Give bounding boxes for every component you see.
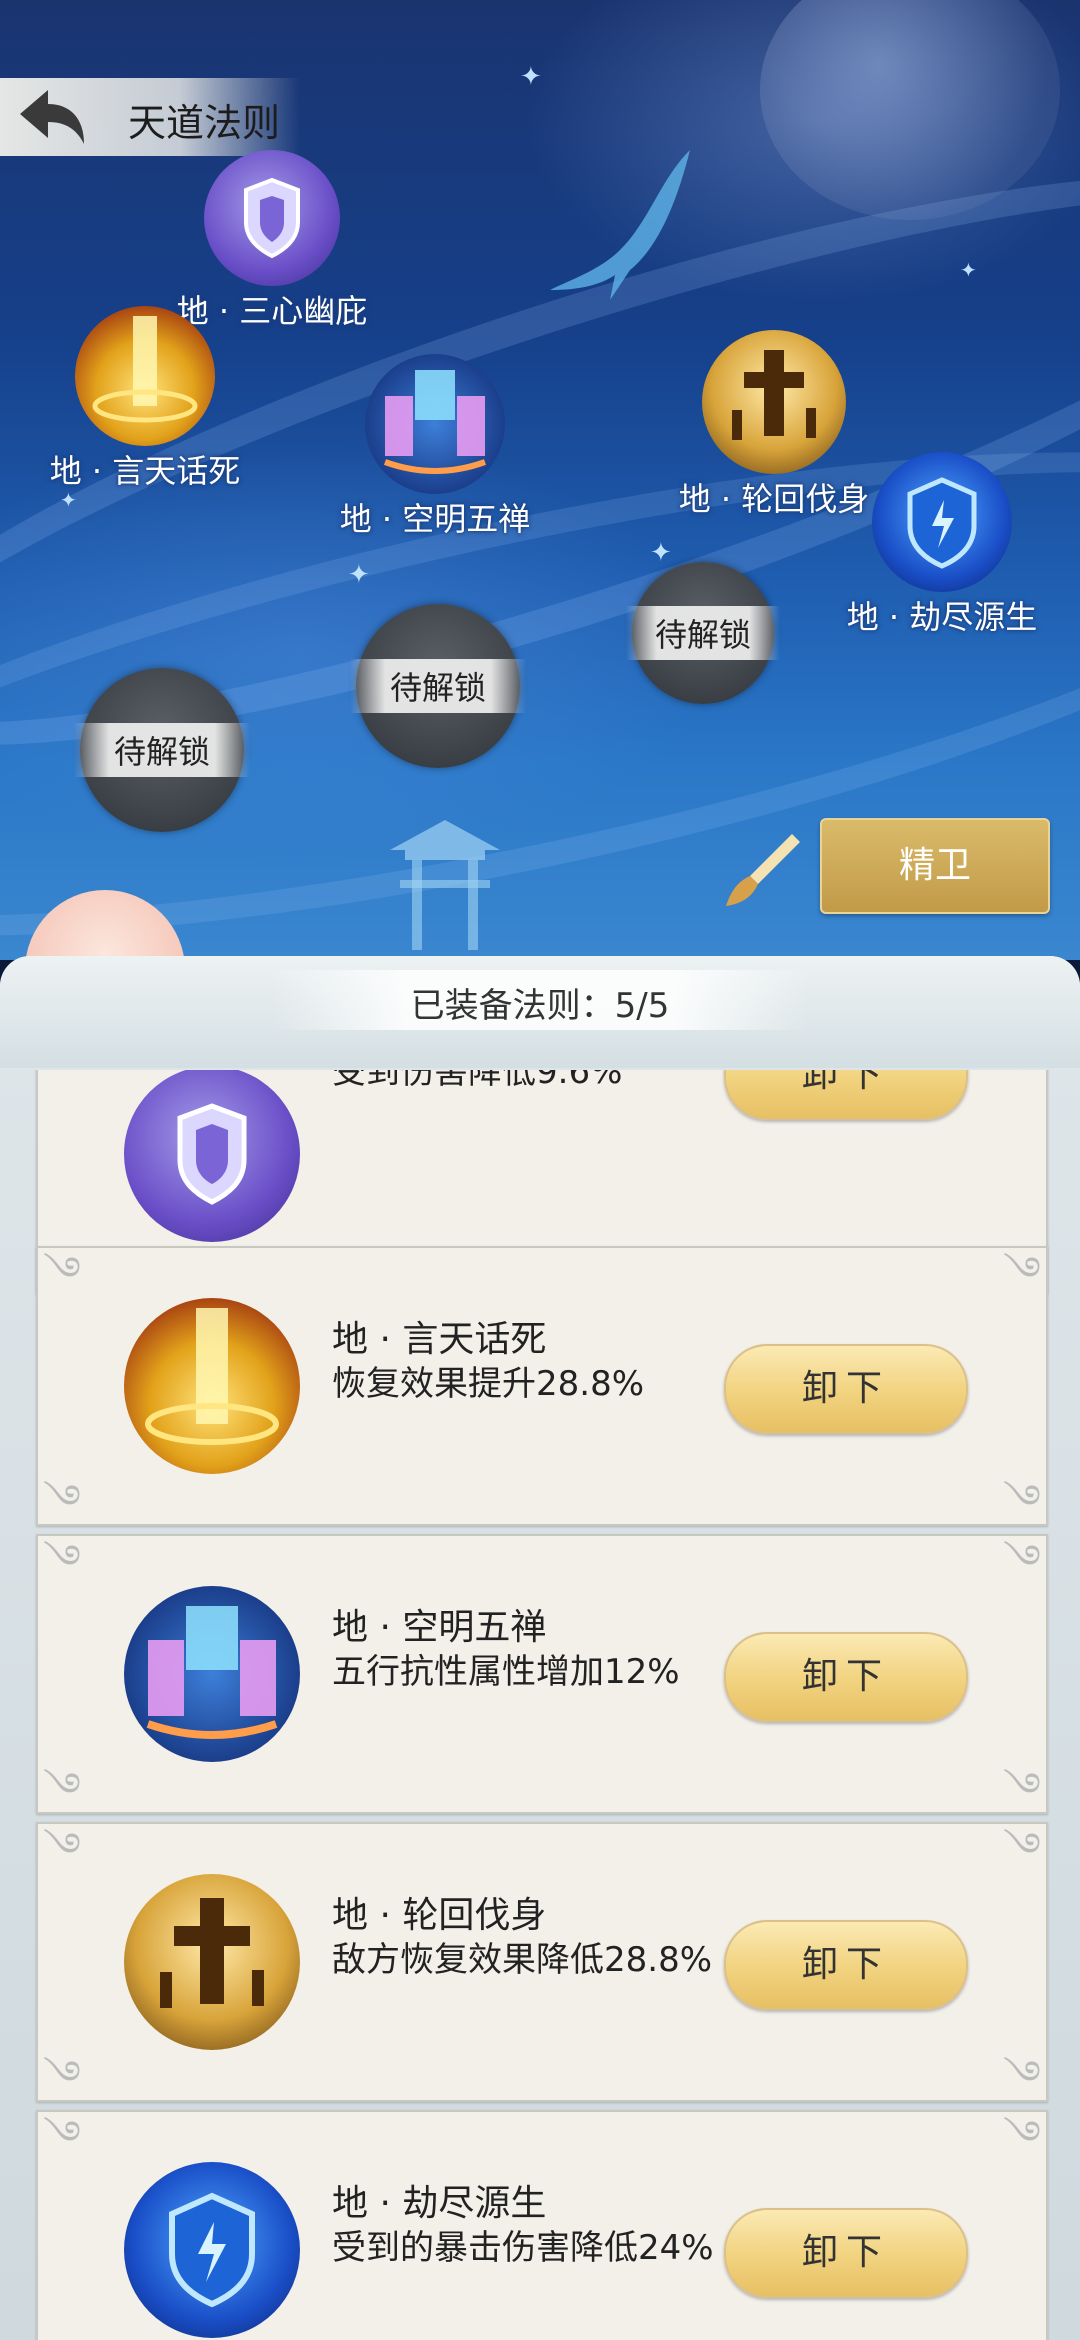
equipped-rules-list[interactable]: ࿓ ࿓ ࿓ ࿓ 受到伤害降低9.6% 卸下 ࿓ ࿓ ࿓ ࿓ 地 · 言天话死 恢… bbox=[0, 1070, 1080, 2340]
golden-cross-icon bbox=[124, 1874, 300, 2050]
rule-card: ࿓ ࿓ ࿓ ࿓ 地 · 轮回伐身 敌方恢复效果降低28.8% 卸下 bbox=[36, 1822, 1048, 2102]
blue-shield-icon bbox=[124, 2162, 300, 2338]
star-icon: ✦ bbox=[60, 488, 77, 512]
cloud-ornament-icon: ࿓ bbox=[42, 1477, 82, 1523]
blue-shield-icon bbox=[872, 452, 1012, 592]
brush-icon[interactable] bbox=[722, 828, 802, 908]
skill-node-kongming[interactable]: 地 · 空明五禅 bbox=[330, 354, 540, 540]
golden-light-pillar-icon bbox=[124, 1298, 300, 1474]
unload-button[interactable]: 卸下 bbox=[724, 1632, 968, 1722]
star-icon: ✦ bbox=[650, 538, 672, 568]
star-icon: ✦ bbox=[960, 258, 977, 282]
unload-button[interactable]: 卸下 bbox=[724, 2208, 968, 2298]
skill-node-sanxin[interactable]: 地 · 三心幽庇 bbox=[172, 150, 372, 332]
cloud-ornament-icon: ࿓ bbox=[1002, 1477, 1042, 1523]
crystal-barrier-icon bbox=[124, 1586, 300, 1762]
rule-card: ࿓ ࿓ ࿓ ࿓ 地 · 言天话死 恢复效果提升28.8% 卸下 bbox=[36, 1246, 1048, 1526]
cloud-ornament-icon: ࿓ bbox=[42, 2113, 82, 2159]
guard-button[interactable]: 精卫 bbox=[820, 818, 1050, 914]
skill-node-jiejin[interactable]: 地 · 劫尽源生 bbox=[832, 452, 1052, 638]
locked-node[interactable]: 待解锁 bbox=[626, 562, 780, 704]
equipped-count: 已装备法则：5/5 bbox=[410, 986, 670, 1026]
cloud-ornament-icon: ࿓ bbox=[1002, 2113, 1042, 2159]
purple-shield-icon bbox=[204, 150, 340, 286]
cloud-ornament-icon: ࿓ bbox=[1002, 2053, 1042, 2099]
page-title: 天道法则 bbox=[128, 101, 281, 145]
unload-button[interactable]: 卸下 bbox=[724, 1070, 968, 1120]
star-icon: ✦ bbox=[520, 62, 542, 92]
cloud-ornament-icon: ࿓ bbox=[1002, 1537, 1042, 1583]
golden-cross-icon bbox=[702, 330, 846, 474]
golden-light-pillar-icon bbox=[75, 306, 215, 446]
cloud-ornament-icon: ࿓ bbox=[1002, 1249, 1042, 1295]
back-arrow-icon[interactable] bbox=[10, 84, 90, 150]
crystal-barrier-icon bbox=[365, 354, 505, 494]
rule-card: ࿓ ࿓ ࿓ ࿓ 地 · 空明五禅 五行抗性属性增加12% 卸下 bbox=[36, 1534, 1048, 1814]
unload-button[interactable]: 卸下 bbox=[724, 1344, 968, 1434]
cloud-ornament-icon: ࿓ bbox=[42, 1825, 82, 1871]
cloud-ornament-icon: ࿓ bbox=[1002, 1825, 1042, 1871]
locked-node[interactable]: 待解锁 bbox=[350, 604, 526, 768]
unload-button[interactable]: 卸下 bbox=[724, 1920, 968, 2010]
cloud-ornament-icon: ࿓ bbox=[42, 1249, 82, 1295]
star-icon: ✦ bbox=[348, 560, 370, 590]
planet-decoration bbox=[760, 0, 1060, 220]
cloud-ornament-icon: ࿓ bbox=[1002, 1765, 1042, 1811]
purple-shield-icon bbox=[124, 1070, 300, 1242]
locked-node[interactable]: 待解锁 bbox=[74, 668, 250, 832]
rule-card: ࿓ ࿓ 地 · 劫尽源生 受到的暴击伤害降低24% 卸下 bbox=[36, 2110, 1048, 2340]
whale-icon bbox=[550, 150, 690, 300]
pavilion-icon bbox=[390, 820, 500, 950]
skill-node-yantian[interactable]: 地 · 言天话死 bbox=[30, 306, 260, 492]
cloud-ornament-icon: ࿓ bbox=[42, 1765, 82, 1811]
cloud-ornament-icon: ࿓ bbox=[42, 2053, 82, 2099]
cloud-ornament-icon: ࿓ bbox=[42, 1537, 82, 1583]
